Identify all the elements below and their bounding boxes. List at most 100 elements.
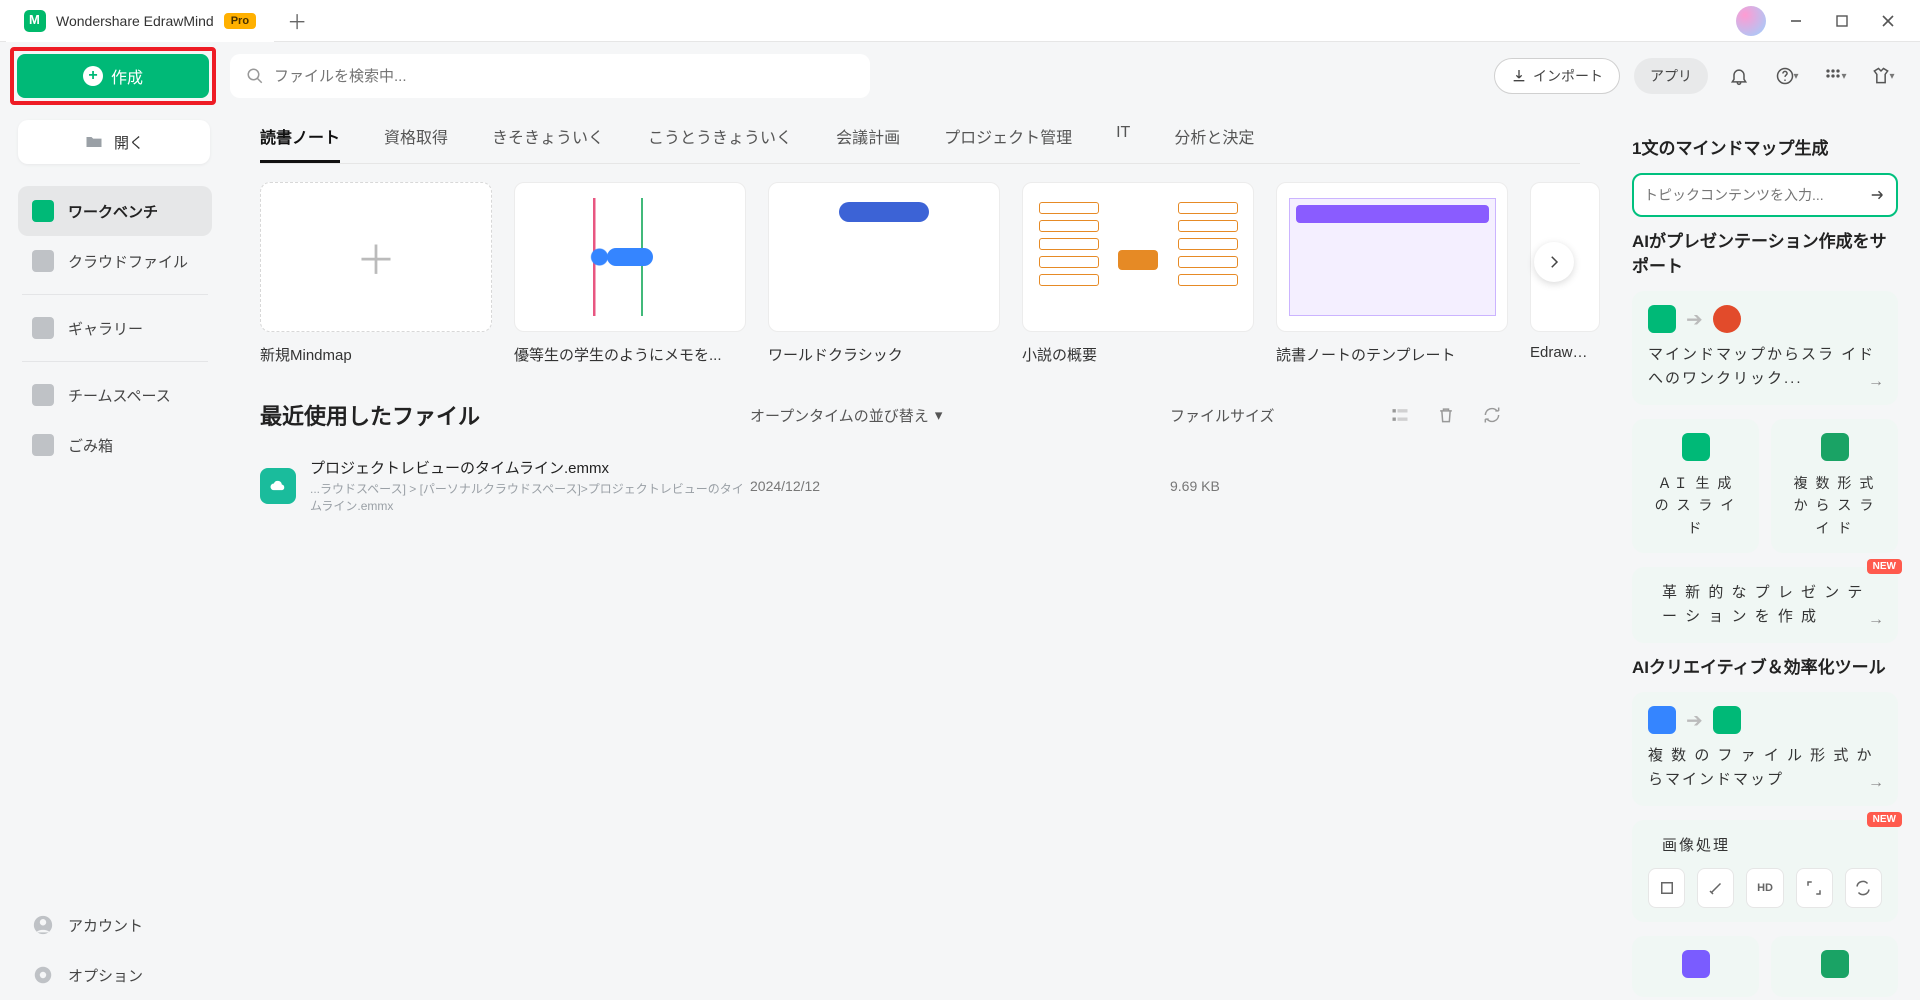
import-button[interactable]: インポート	[1494, 58, 1620, 94]
tab-project-management[interactable]: プロジェクト管理	[944, 124, 1072, 163]
new-badge: NEW	[1867, 812, 1902, 827]
sidebar-item-trash[interactable]: ごみ箱	[18, 420, 212, 470]
document-icon	[1682, 950, 1710, 978]
right-panel: 1文のマインドマップ生成 AIがプレゼンテーション作成をサポート ➔ マインドマ…	[1610, 110, 1920, 997]
create-button-highlight: + 作成	[10, 47, 216, 105]
tab-reading-notes[interactable]: 読書ノート	[260, 124, 340, 163]
delete-button[interactable]	[1436, 405, 1456, 425]
apps-button[interactable]: アプリ	[1634, 58, 1708, 94]
sidebar-item-account[interactable]: アカウント	[18, 900, 212, 950]
app-tab[interactable]: Wondershare EdrawMind Pro	[6, 0, 274, 42]
arrow-right-icon: ➔	[1686, 708, 1703, 733]
sync-icon	[1854, 879, 1872, 897]
tool-erase-button[interactable]	[1697, 868, 1734, 908]
sidebar-item-label: アカウント	[68, 915, 143, 936]
refresh-button[interactable]	[1482, 405, 1502, 425]
chevron-down-icon: ▾	[935, 406, 943, 424]
import-label: インポート	[1533, 66, 1603, 86]
template-card-new[interactable]: ＋ 新規Mindmap	[260, 182, 492, 365]
gallery-icon	[32, 317, 54, 339]
generate-input[interactable]	[1644, 187, 1868, 203]
search-input[interactable]	[274, 68, 854, 85]
sidebar-item-label: ギャラリー	[68, 318, 143, 339]
card-innovative-pres[interactable]: NEW 革 新 的 な プ レ ゼ ン テ ー シ ョ ン を 作 成 →	[1632, 567, 1898, 643]
user-avatar[interactable]	[1736, 6, 1766, 36]
tab-analysis[interactable]: 分析と決定	[1174, 124, 1254, 163]
tool-expand-button[interactable]	[1796, 868, 1833, 908]
template-title: 読書ノートのテンプレート	[1276, 344, 1508, 365]
card-doc[interactable]	[1632, 936, 1759, 997]
template-cards: ＋ 新規Mindmap 優等生の学生のようにメモを... ワールドクラシック 小…	[260, 182, 1580, 365]
image-tool-icons: HD	[1648, 868, 1882, 908]
maximize-button[interactable]	[1826, 5, 1858, 37]
apps-grid-button[interactable]: ▾	[1818, 59, 1852, 93]
card-files-to-mindmap[interactable]: ➔ 複 数 の フ ァ イ ル 形 式 か らマインドマップ →	[1632, 692, 1898, 806]
tab-it[interactable]: IT	[1116, 124, 1130, 163]
card-title: 複 数 の フ ァ イ ル 形 式 か らマインドマップ	[1648, 744, 1882, 792]
card-title: 画像処理	[1648, 834, 1882, 858]
sidebar-item-gallery[interactable]: ギャラリー	[18, 303, 212, 353]
chevron-down-icon: ▾	[1793, 71, 1798, 82]
create-button[interactable]: + 作成	[17, 54, 209, 98]
tab-qualification[interactable]: 資格取得	[384, 124, 448, 163]
create-button-label: 作成	[111, 64, 143, 88]
tool-hd-button[interactable]: HD	[1746, 868, 1783, 908]
recent-file-row[interactable]: プロジェクトレビューのタイムライン.emmx ...ラウドスペース] > [パー…	[260, 457, 1580, 514]
sidebar-item-label: チームスペース	[68, 385, 171, 406]
minimize-button[interactable]	[1780, 5, 1812, 37]
open-button[interactable]: 開く	[18, 120, 210, 164]
generate-input-row[interactable]	[1632, 173, 1898, 217]
template-title: EdrawMind	[1530, 344, 1600, 361]
sidebar-item-label: クラウドファイル	[68, 251, 188, 272]
list-view-button[interactable]	[1390, 405, 1410, 425]
sort-dropdown[interactable]: オープンタイムの並び替え ▾	[750, 405, 1170, 426]
tab-meeting-plan[interactable]: 会議計画	[836, 124, 900, 163]
tab-basic-education[interactable]: きそきょういく	[492, 124, 604, 163]
theme-button[interactable]: ▾	[1866, 59, 1900, 93]
sidebar-item-options[interactable]: オプション	[18, 950, 212, 1000]
template-thumbnail	[514, 182, 746, 332]
new-tab-button[interactable]: ＋	[280, 4, 314, 38]
template-card[interactable]: 小説の概要	[1022, 182, 1254, 365]
divider	[22, 361, 208, 362]
close-button[interactable]	[1872, 5, 1904, 37]
shirt-icon	[1871, 66, 1891, 86]
card-mindmap-to-slide[interactable]: ➔ マインドマップからスラ イドへのワンクリック... →	[1632, 291, 1898, 405]
file-name: プロジェクトレビューのタイムライン.emmx	[310, 457, 750, 478]
template-title: 新規Mindmap	[260, 344, 492, 365]
sidebar-item-label: ワークベンチ	[68, 201, 158, 222]
template-card[interactable]: 優等生の学生のようにメモを...	[514, 182, 746, 365]
import-icon	[1511, 68, 1527, 84]
card-title: 複 数 形 式 か ら ス ラ イ ド	[1787, 472, 1882, 539]
search-box[interactable]	[230, 54, 870, 98]
help-button[interactable]: ▾	[1770, 59, 1804, 93]
expand-icon	[1805, 879, 1823, 897]
refresh-icon	[1482, 405, 1502, 425]
card-sheet[interactable]	[1771, 936, 1898, 997]
tool-sync-button[interactable]	[1845, 868, 1882, 908]
template-card[interactable]: ワールドクラシック	[768, 182, 1000, 365]
template-card[interactable]: 読書ノートのテンプレート	[1276, 182, 1508, 365]
notifications-button[interactable]	[1722, 59, 1756, 93]
file-cloud-icon	[260, 468, 296, 504]
search-icon	[246, 67, 264, 85]
sidebar-item-teamspace[interactable]: チームスペース	[18, 370, 212, 420]
arrow-right-icon: →	[1868, 373, 1884, 391]
card-multi-slide[interactable]: 複 数 形 式 か ら ス ラ イ ド	[1771, 419, 1898, 553]
sidebar-item-cloud[interactable]: クラウドファイル	[18, 236, 212, 286]
card-ai-slide[interactable]: ＡＩ 生 成 の ス ラ イ ド	[1632, 419, 1759, 553]
generate-go-button[interactable]	[1868, 186, 1886, 204]
new-badge: NEW	[1867, 559, 1902, 574]
erase-icon	[1707, 879, 1725, 897]
carousel-next-button[interactable]	[1534, 242, 1574, 282]
workbench-icon	[32, 200, 54, 222]
tab-higher-education[interactable]: こうとうきょういく	[648, 124, 792, 163]
powerpoint-icon	[1713, 305, 1741, 333]
template-thumbnail	[768, 182, 1000, 332]
card-image-processing[interactable]: NEW 画像処理 HD	[1632, 820, 1898, 922]
apps-label: アプリ	[1650, 66, 1692, 86]
tool-crop-button[interactable]	[1648, 868, 1685, 908]
main-content: 読書ノート 資格取得 きそきょういく こうとうきょういく 会議計画 プロジェクト…	[230, 110, 1610, 997]
sidebar-item-workbench[interactable]: ワークベンチ	[18, 186, 212, 236]
card-icons: ➔	[1648, 706, 1882, 734]
